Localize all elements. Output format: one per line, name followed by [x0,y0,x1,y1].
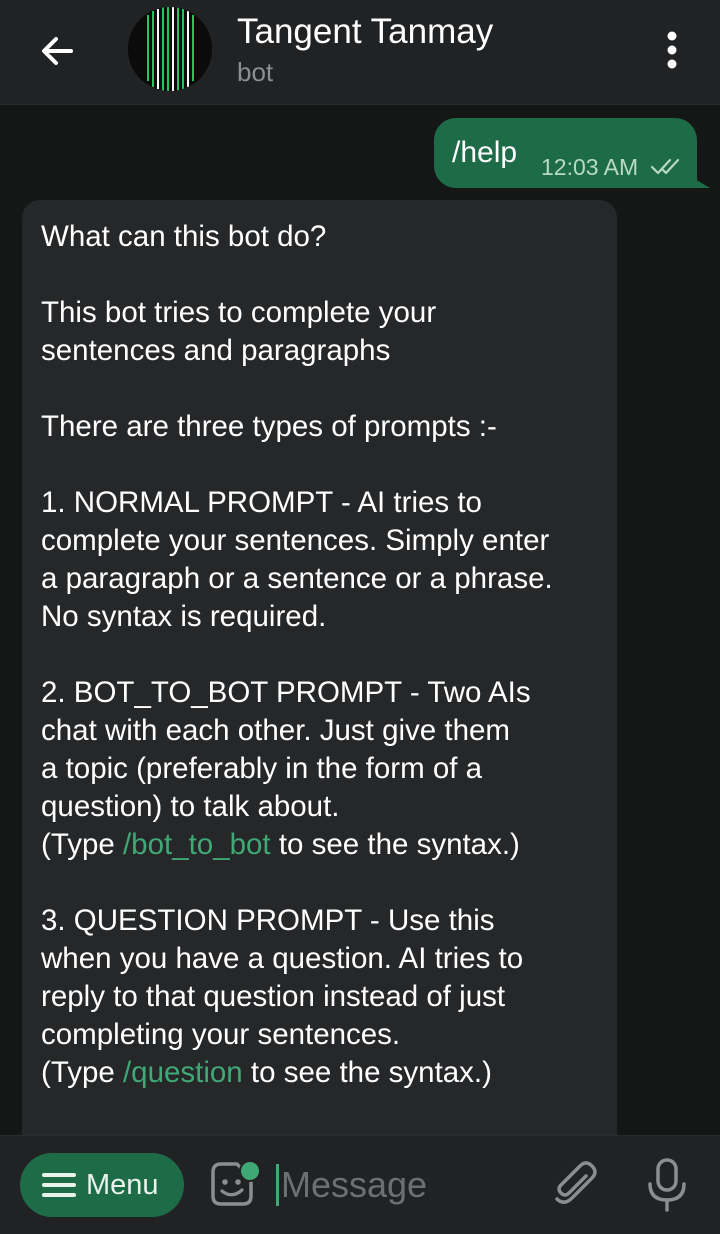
message-input-bar: Menu Message [0,1135,720,1234]
incoming-message[interactable]: What can this bot do? This bot tries to … [22,200,617,1135]
chat-header: Tangent Tanmay bot [0,0,720,105]
text-caret [276,1164,279,1206]
sticker-notification-dot [239,1160,261,1182]
message-paragraph: What can this bot do? [41,220,327,253]
message-text: (Type [41,1056,123,1089]
more-options-button[interactable] [650,28,694,72]
outgoing-message-text: /help [452,136,518,169]
message-list[interactable]: /help 12:03 AM What can this bot do? Thi… [0,105,720,1135]
avatar[interactable] [128,7,212,91]
message-paragraph: This bot tries to complete your sentence… [41,296,437,367]
incoming-message-text: What can this bot do? This bot tries to … [41,218,611,1092]
paperclip-icon [555,1161,597,1204]
arrow-left-icon [42,37,73,65]
message-input[interactable]: Message [276,1160,536,1210]
menu-button[interactable]: Menu [20,1153,184,1217]
double-check-icon [650,158,680,175]
bot-to-bot-command-link[interactable]: /bot_to_bot [123,828,271,861]
message-paragraph: There are three types of prompts :- [41,410,497,443]
microphone-icon [648,1158,686,1212]
outgoing-bubble-tail [688,175,710,188]
message-text: to see the syntax.) [242,1056,492,1089]
microphone-button[interactable] [640,1156,694,1214]
back-button[interactable] [30,24,84,78]
message-placeholder: Message [281,1164,428,1205]
message-text: to see the syntax.) [270,828,520,861]
bot-avatar-icon [128,7,212,91]
attach-button[interactable] [548,1158,602,1212]
hamburger-icon [42,1173,76,1197]
message-paragraph: 1. NORMAL PROMPT - AI tries to complete … [41,486,553,633]
chat-subtitle: bot [237,57,274,87]
message-paragraph: 2. BOT_TO_BOT PROMPT - Two AIs chat with… [41,676,531,823]
message-timestamp: 12:03 AM [541,154,639,180]
message-paragraph: 3. QUESTION PROMPT - Use this when you h… [41,904,524,1051]
menu-label: Menu [86,1168,159,1201]
chat-title[interactable]: Tangent Tanmay [237,12,493,52]
more-vertical-icon [667,31,677,69]
outgoing-message[interactable]: /help 12:03 AM [434,118,697,188]
message-text: (Type [41,828,123,861]
question-command-link[interactable]: /question [123,1056,243,1089]
